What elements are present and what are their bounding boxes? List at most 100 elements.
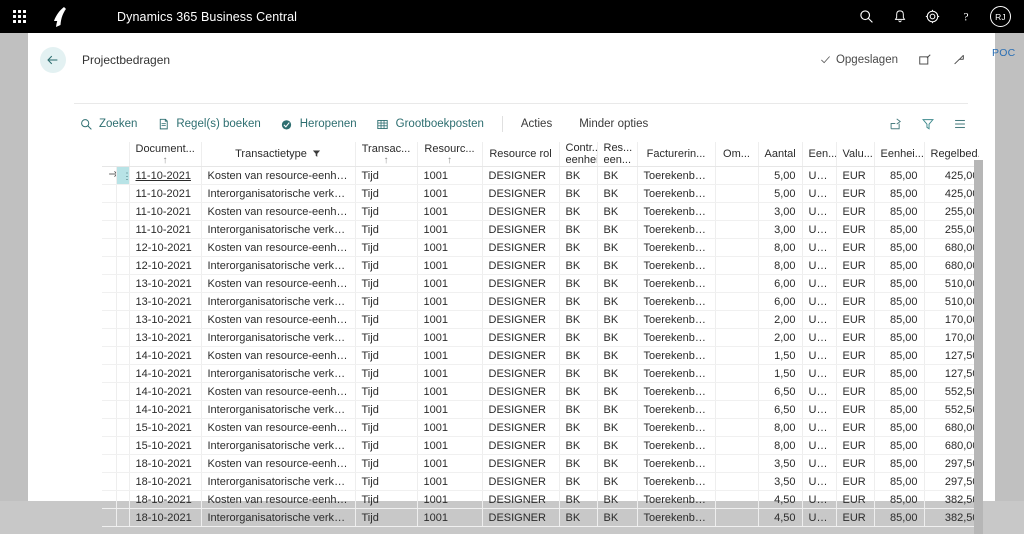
cell-resourc[interactable]: 1001 bbox=[417, 166, 483, 185]
search-icon[interactable] bbox=[858, 8, 875, 25]
cell-om[interactable] bbox=[715, 166, 759, 185]
cell-valu[interactable]: EUR bbox=[836, 202, 875, 221]
document-date-link[interactable]: 18-10-2021 bbox=[136, 458, 192, 470]
cell-regelbed[interactable]: 127,50 bbox=[924, 364, 979, 383]
cell-transactietype[interactable]: Kosten van resource-eenheid bbox=[201, 310, 356, 329]
table-row[interactable]: 15-10-2021 Kosten van resource-eenheid Tij… bbox=[102, 418, 979, 437]
cell-transactietype[interactable]: Kosten van resource-eenheid bbox=[201, 490, 356, 509]
column-header-valu[interactable]: Valu... bbox=[836, 142, 875, 167]
cell-aantal[interactable]: 3,50 bbox=[758, 472, 803, 491]
cell-resourc[interactable]: 1001 bbox=[417, 472, 483, 491]
cell-om[interactable] bbox=[715, 436, 759, 455]
command-acties[interactable]: Acties bbox=[516, 118, 557, 130]
cell-contr_eenheid[interactable]: BK bbox=[559, 436, 598, 455]
column-header-resourc[interactable]: Resourc... ↑ bbox=[417, 142, 483, 167]
document-date-link[interactable]: 13-10-2021 bbox=[136, 314, 192, 326]
cell-een[interactable]: UUR bbox=[802, 328, 837, 347]
cell-contr_eenheid[interactable]: BK bbox=[559, 382, 598, 401]
cell-aantal[interactable]: 6,50 bbox=[758, 382, 803, 401]
cell-regelbed[interactable]: 510,00 bbox=[924, 274, 979, 293]
cell-valu[interactable]: EUR bbox=[836, 166, 875, 185]
cell-contr_eenheid[interactable]: BK bbox=[559, 274, 598, 293]
cell-transactietype[interactable]: Interorganisatorische verkopen bbox=[201, 292, 356, 311]
cell-eenhei[interactable]: 85,00 bbox=[874, 328, 925, 347]
cell-facturering[interactable]: Toerekenbaar bbox=[637, 490, 716, 509]
column-header-een[interactable]: Een... bbox=[802, 142, 837, 167]
cell-een[interactable]: UUR bbox=[802, 436, 837, 455]
cell-valu[interactable]: EUR bbox=[836, 184, 875, 203]
cell-valu[interactable]: EUR bbox=[836, 328, 875, 347]
filter-icon[interactable] bbox=[920, 117, 935, 132]
cell-contr_eenheid[interactable]: BK bbox=[559, 292, 598, 311]
cell-document[interactable]: 14-10-2021 bbox=[129, 382, 202, 401]
cell-res_een[interactable]: BK bbox=[597, 364, 638, 383]
cell-contr_eenheid[interactable]: BK bbox=[559, 220, 598, 239]
cell-transactietype[interactable]: Kosten van resource-eenheid bbox=[201, 454, 356, 473]
cell-facturering[interactable]: Toerekenbaar bbox=[637, 364, 716, 383]
cell-om[interactable] bbox=[715, 418, 759, 437]
cell-een[interactable]: UUR bbox=[802, 220, 837, 239]
cell-contr_eenheid[interactable]: BK bbox=[559, 490, 598, 509]
cell-facturering[interactable]: Toerekenbaar bbox=[637, 346, 716, 365]
table-row[interactable]: 18-10-2021 Kosten van resource-eenheid Tij… bbox=[102, 490, 979, 509]
cell-aantal[interactable]: 1,50 bbox=[758, 364, 803, 383]
cell-aantal[interactable]: 5,00 bbox=[758, 166, 803, 185]
document-date-link[interactable]: 11-10-2021 bbox=[136, 224, 191, 236]
cell-valu[interactable]: EUR bbox=[836, 472, 875, 491]
popout-icon[interactable] bbox=[917, 52, 932, 67]
cell-res_een[interactable]: BK bbox=[597, 220, 638, 239]
cell-resourc[interactable]: 1001 bbox=[417, 274, 483, 293]
row-menu-button[interactable] bbox=[116, 328, 130, 347]
cell-res_een[interactable]: BK bbox=[597, 292, 638, 311]
row-menu-button[interactable] bbox=[116, 490, 130, 509]
avatar[interactable]: RJ bbox=[990, 6, 1011, 27]
column-header-facturering[interactable]: Facturerin... bbox=[637, 142, 716, 167]
cell-eenhei[interactable]: 85,00 bbox=[874, 256, 925, 275]
cell-contr_eenheid[interactable]: BK bbox=[559, 472, 598, 491]
cell-resource_rol[interactable]: DESIGNER bbox=[482, 346, 560, 365]
cell-om[interactable] bbox=[715, 238, 759, 257]
cell-res_een[interactable]: BK bbox=[597, 166, 638, 185]
cell-facturering[interactable]: Toerekenbaar bbox=[637, 202, 716, 221]
cell-om[interactable] bbox=[715, 454, 759, 473]
cell-resource_rol[interactable]: DESIGNER bbox=[482, 166, 560, 185]
cell-transac[interactable]: Tijd bbox=[355, 256, 418, 275]
cell-resourc[interactable]: 1001 bbox=[417, 382, 483, 401]
cell-contr_eenheid[interactable]: BK bbox=[559, 328, 598, 347]
cell-resource_rol[interactable]: DESIGNER bbox=[482, 310, 560, 329]
cell-resourc[interactable]: 1001 bbox=[417, 454, 483, 473]
cell-een[interactable]: UUR bbox=[802, 472, 837, 491]
row-menu-button[interactable] bbox=[116, 238, 130, 257]
cell-aantal[interactable]: 2,00 bbox=[758, 310, 803, 329]
document-date-link[interactable]: 11-10-2021 bbox=[136, 188, 191, 200]
cell-resourc[interactable]: 1001 bbox=[417, 418, 483, 437]
document-date-link[interactable]: 13-10-2021 bbox=[136, 332, 192, 344]
cell-valu[interactable]: EUR bbox=[836, 490, 875, 509]
cell-aantal[interactable]: 6,00 bbox=[758, 274, 803, 293]
cell-transactietype[interactable]: Kosten van resource-eenheid bbox=[201, 202, 356, 221]
command-grootboekposten[interactable]: Grootboekposten bbox=[371, 113, 489, 135]
command-zoeken[interactable]: Zoeken bbox=[74, 113, 142, 135]
cell-res_een[interactable]: BK bbox=[597, 346, 638, 365]
cell-res_een[interactable]: BK bbox=[597, 310, 638, 329]
row-menu-button[interactable] bbox=[116, 346, 130, 365]
cell-om[interactable] bbox=[715, 490, 759, 509]
cell-document[interactable]: 11-10-2021 bbox=[129, 166, 202, 185]
share-icon[interactable] bbox=[888, 117, 903, 132]
column-filter-icon[interactable] bbox=[312, 149, 321, 161]
cell-resourc[interactable]: 1001 bbox=[417, 400, 483, 419]
cell-resourc[interactable]: 1001 bbox=[417, 364, 483, 383]
cell-regelbed[interactable]: 297,50 bbox=[924, 454, 979, 473]
cell-resourc[interactable]: 1001 bbox=[417, 238, 483, 257]
cell-een[interactable]: UUR bbox=[802, 184, 837, 203]
column-header-transactietype[interactable]: Transactietype bbox=[201, 142, 356, 167]
cell-transactietype[interactable]: Interorganisatorische verkopen bbox=[201, 472, 356, 491]
row-menu-button[interactable] bbox=[116, 202, 130, 221]
cell-facturering[interactable]: Toerekenbaar bbox=[637, 292, 716, 311]
cell-contr_eenheid[interactable]: BK bbox=[559, 418, 598, 437]
cell-document[interactable]: 13-10-2021 bbox=[129, 310, 202, 329]
document-date-link[interactable]: 12-10-2021 bbox=[136, 260, 192, 272]
document-date-link[interactable]: 12-10-2021 bbox=[136, 242, 192, 254]
column-header-document[interactable]: Document... ↑ bbox=[129, 142, 202, 167]
cell-om[interactable] bbox=[715, 292, 759, 311]
